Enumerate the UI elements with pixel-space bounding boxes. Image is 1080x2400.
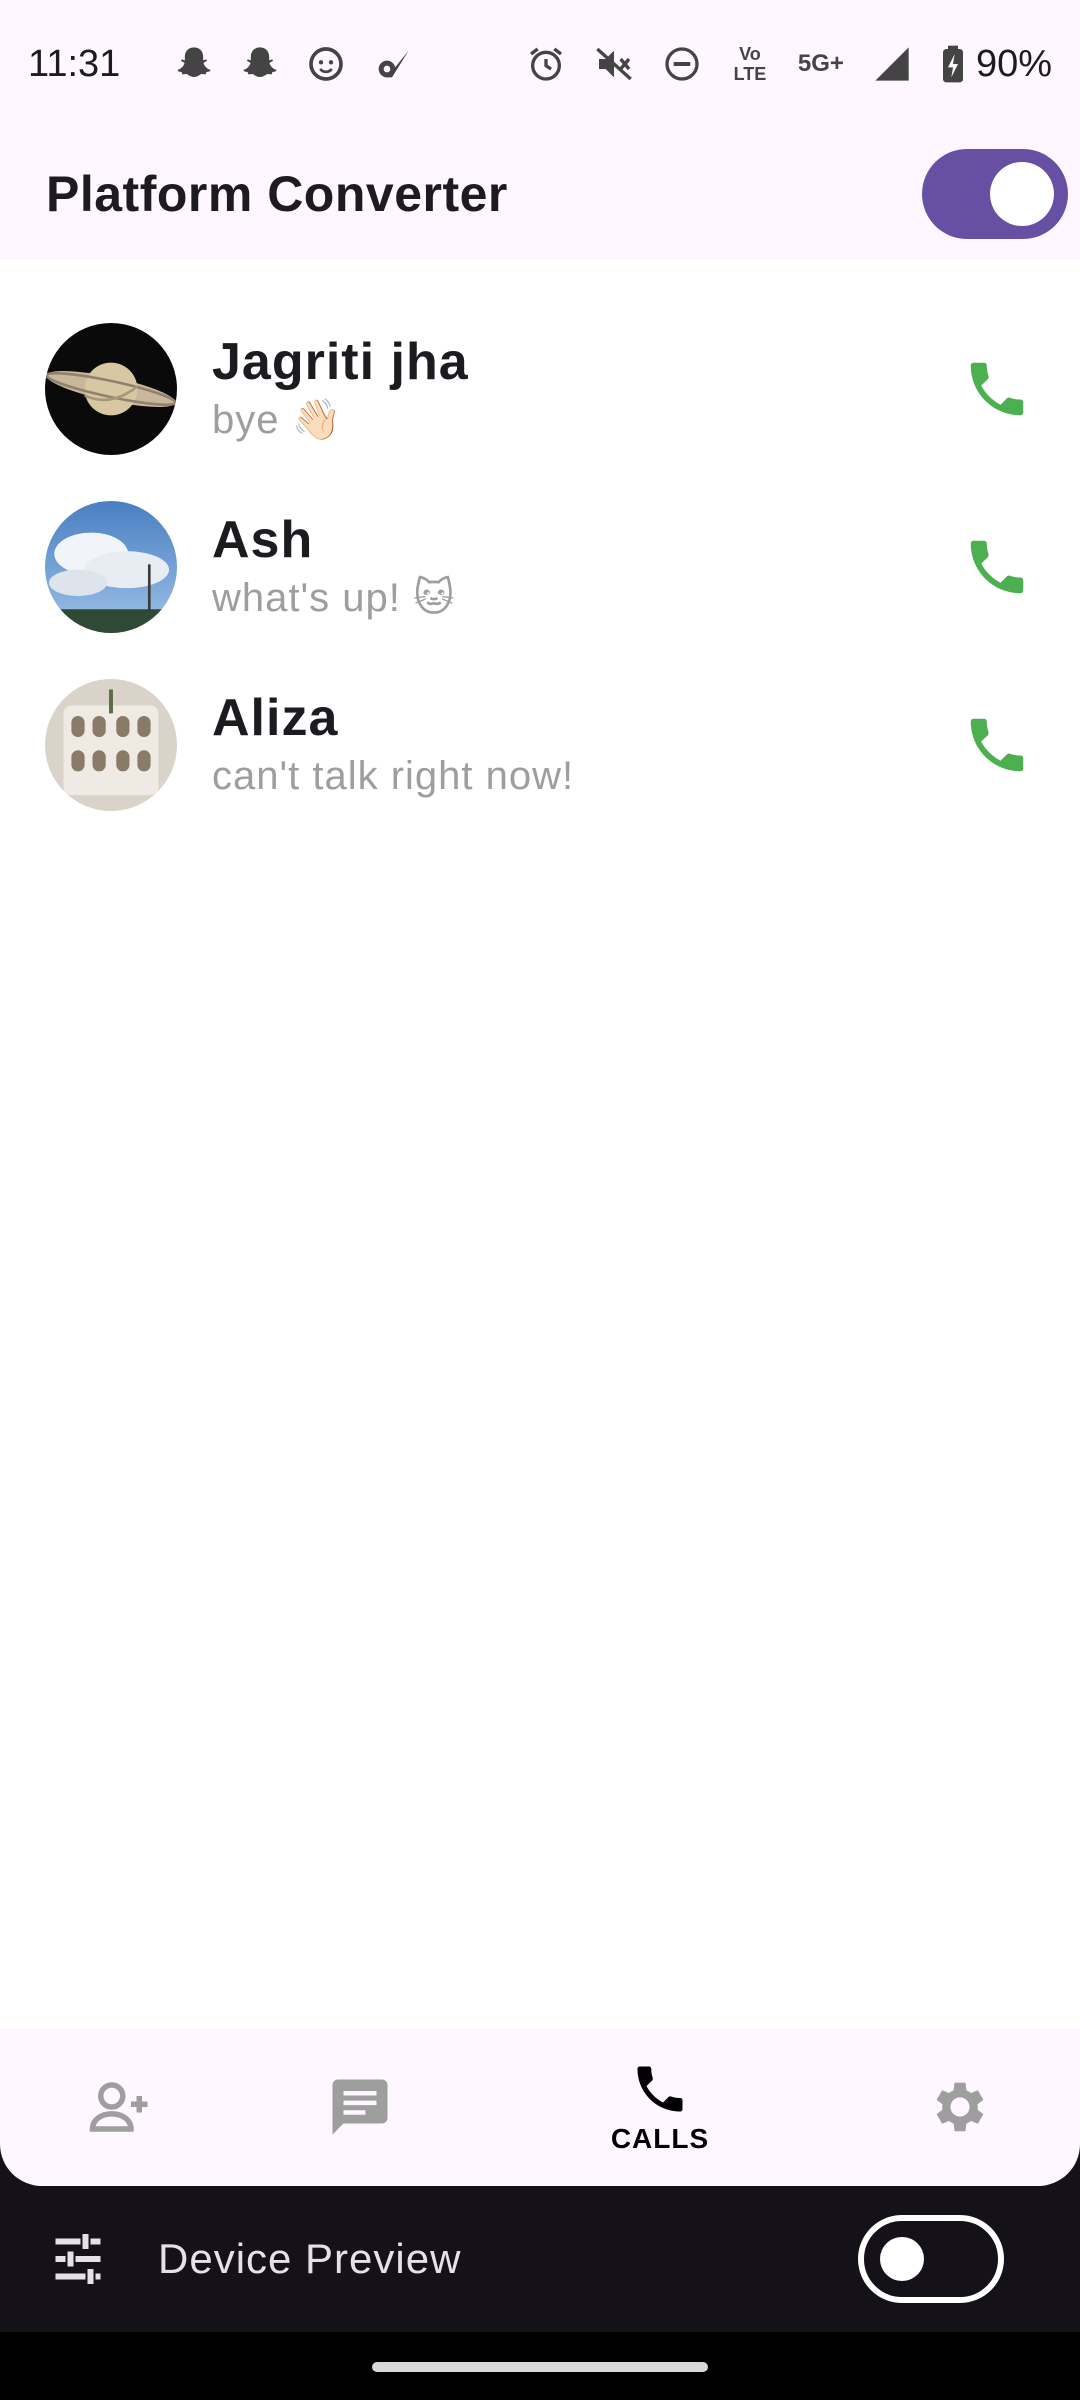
- device-preview-bar: Device Preview: [0, 2186, 1080, 2332]
- nav-label-calls: CALLS: [610, 2123, 710, 2154]
- contact-name: Aliza: [212, 689, 339, 747]
- snapchat-notification-icon: [174, 44, 214, 84]
- platform-toggle[interactable]: [922, 149, 1068, 239]
- nav-add-contact[interactable]: [80, 2028, 160, 2186]
- status-time: 11:31: [28, 42, 121, 85]
- signal-icon: [872, 44, 912, 84]
- app-bar: Platform Converter: [0, 128, 1080, 260]
- snapchat-notification-icon: [240, 44, 280, 84]
- phone-icon[interactable]: [962, 532, 1032, 602]
- nav-settings[interactable]: [920, 2028, 1000, 2186]
- status-bar: 11:31 Vo LTE 5G+ 90%: [0, 0, 1080, 128]
- nav-calls[interactable]: CALLS: [580, 2028, 740, 2186]
- tune-icon[interactable]: [48, 2229, 108, 2289]
- avatar: [45, 501, 177, 633]
- battery-percent: 90%: [975, 42, 1052, 85]
- wifi-settings-icon: [372, 44, 412, 84]
- phone-icon: [630, 2059, 690, 2119]
- bottom-navigation: CALLS: [0, 2028, 1080, 2186]
- phone-icon[interactable]: [962, 354, 1032, 424]
- do-not-disturb-icon: [662, 44, 702, 84]
- nav-chats[interactable]: [320, 2028, 400, 2186]
- last-message: what's up! 🐱: [212, 576, 456, 620]
- device-preview-toggle[interactable]: [858, 2215, 1004, 2303]
- network-type: 5G+: [797, 50, 844, 77]
- avatar: [45, 323, 177, 455]
- call-list: Jagriti jha bye 👋🏻 Ash what's up! 🐱 Aliz…: [0, 300, 1080, 834]
- volte-indicator: Vo LTE: [733, 44, 767, 84]
- avatar: [45, 679, 177, 811]
- home-gesture-handle[interactable]: [372, 2362, 708, 2372]
- last-message: bye 👋🏻: [212, 398, 343, 442]
- toggle-knob: [990, 162, 1054, 226]
- chat-icon: [327, 2074, 393, 2140]
- list-item[interactable]: Ash what's up! 🐱: [0, 478, 1080, 656]
- battery-charging-icon: [940, 44, 966, 84]
- gesture-area: [0, 2332, 1080, 2400]
- alarm-icon: [526, 44, 566, 84]
- last-message: can't talk right now!: [212, 754, 575, 798]
- mute-icon: [594, 44, 634, 84]
- list-item[interactable]: Jagriti jha bye 👋🏻: [0, 300, 1080, 478]
- phone-icon[interactable]: [962, 710, 1032, 780]
- device-preview-label: Device Preview: [158, 2235, 462, 2282]
- page-title: Platform Converter: [46, 166, 508, 222]
- list-item[interactable]: Aliza can't talk right now!: [0, 656, 1080, 834]
- toggle-knob: [880, 2237, 924, 2281]
- app-notification-icon: [306, 44, 346, 84]
- contact-name: Jagriti jha: [212, 333, 469, 391]
- gear-icon: [927, 2074, 993, 2140]
- contact-name: Ash: [212, 511, 314, 569]
- person-add-icon: [87, 2074, 153, 2140]
